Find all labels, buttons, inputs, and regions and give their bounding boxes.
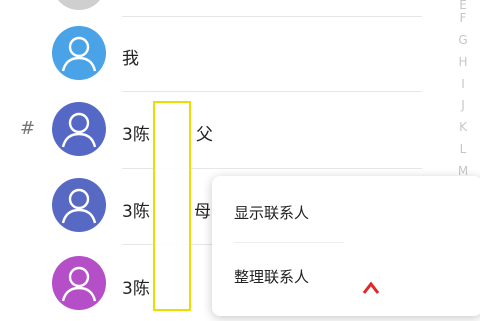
highlight-box [153,101,191,311]
avatar [52,26,106,80]
contact-name-suffix: 父 [196,125,213,145]
pointer-arrow-icon [362,281,380,294]
contact-name-suffix: 母 [194,202,211,222]
contact-row[interactable]: 3陈 父 [0,92,440,168]
menu-divider [234,242,344,243]
index-letter[interactable]: I [454,77,472,91]
person-icon [61,36,97,72]
index-letter[interactable]: L [454,142,472,156]
index-letter[interactable]: F [454,11,472,25]
person-icon [61,266,97,302]
contact-avatar-top[interactable] [52,0,106,10]
avatar [52,178,106,232]
menu-item-show-contacts[interactable]: 显示联系人 [234,202,309,223]
person-icon [61,188,97,224]
person-icon [61,112,97,148]
avatar [52,102,106,156]
index-letter[interactable]: H [454,55,472,69]
contact-name: 我 [122,49,139,69]
menu-item-organize-contacts[interactable]: 整理联系人 [234,266,309,287]
index-letter[interactable]: K [454,120,472,134]
popup-menu: 显示联系人 整理联系人 [212,176,480,316]
contact-name: 3陈 [122,125,150,145]
index-letter[interactable]: G [454,33,472,47]
index-letter[interactable]: J [454,98,472,112]
contact-name: 3陈 [122,202,150,222]
contact-row-me[interactable]: 我 [0,17,440,93]
avatar [52,256,106,310]
contact-name: 3陈 [122,279,150,299]
